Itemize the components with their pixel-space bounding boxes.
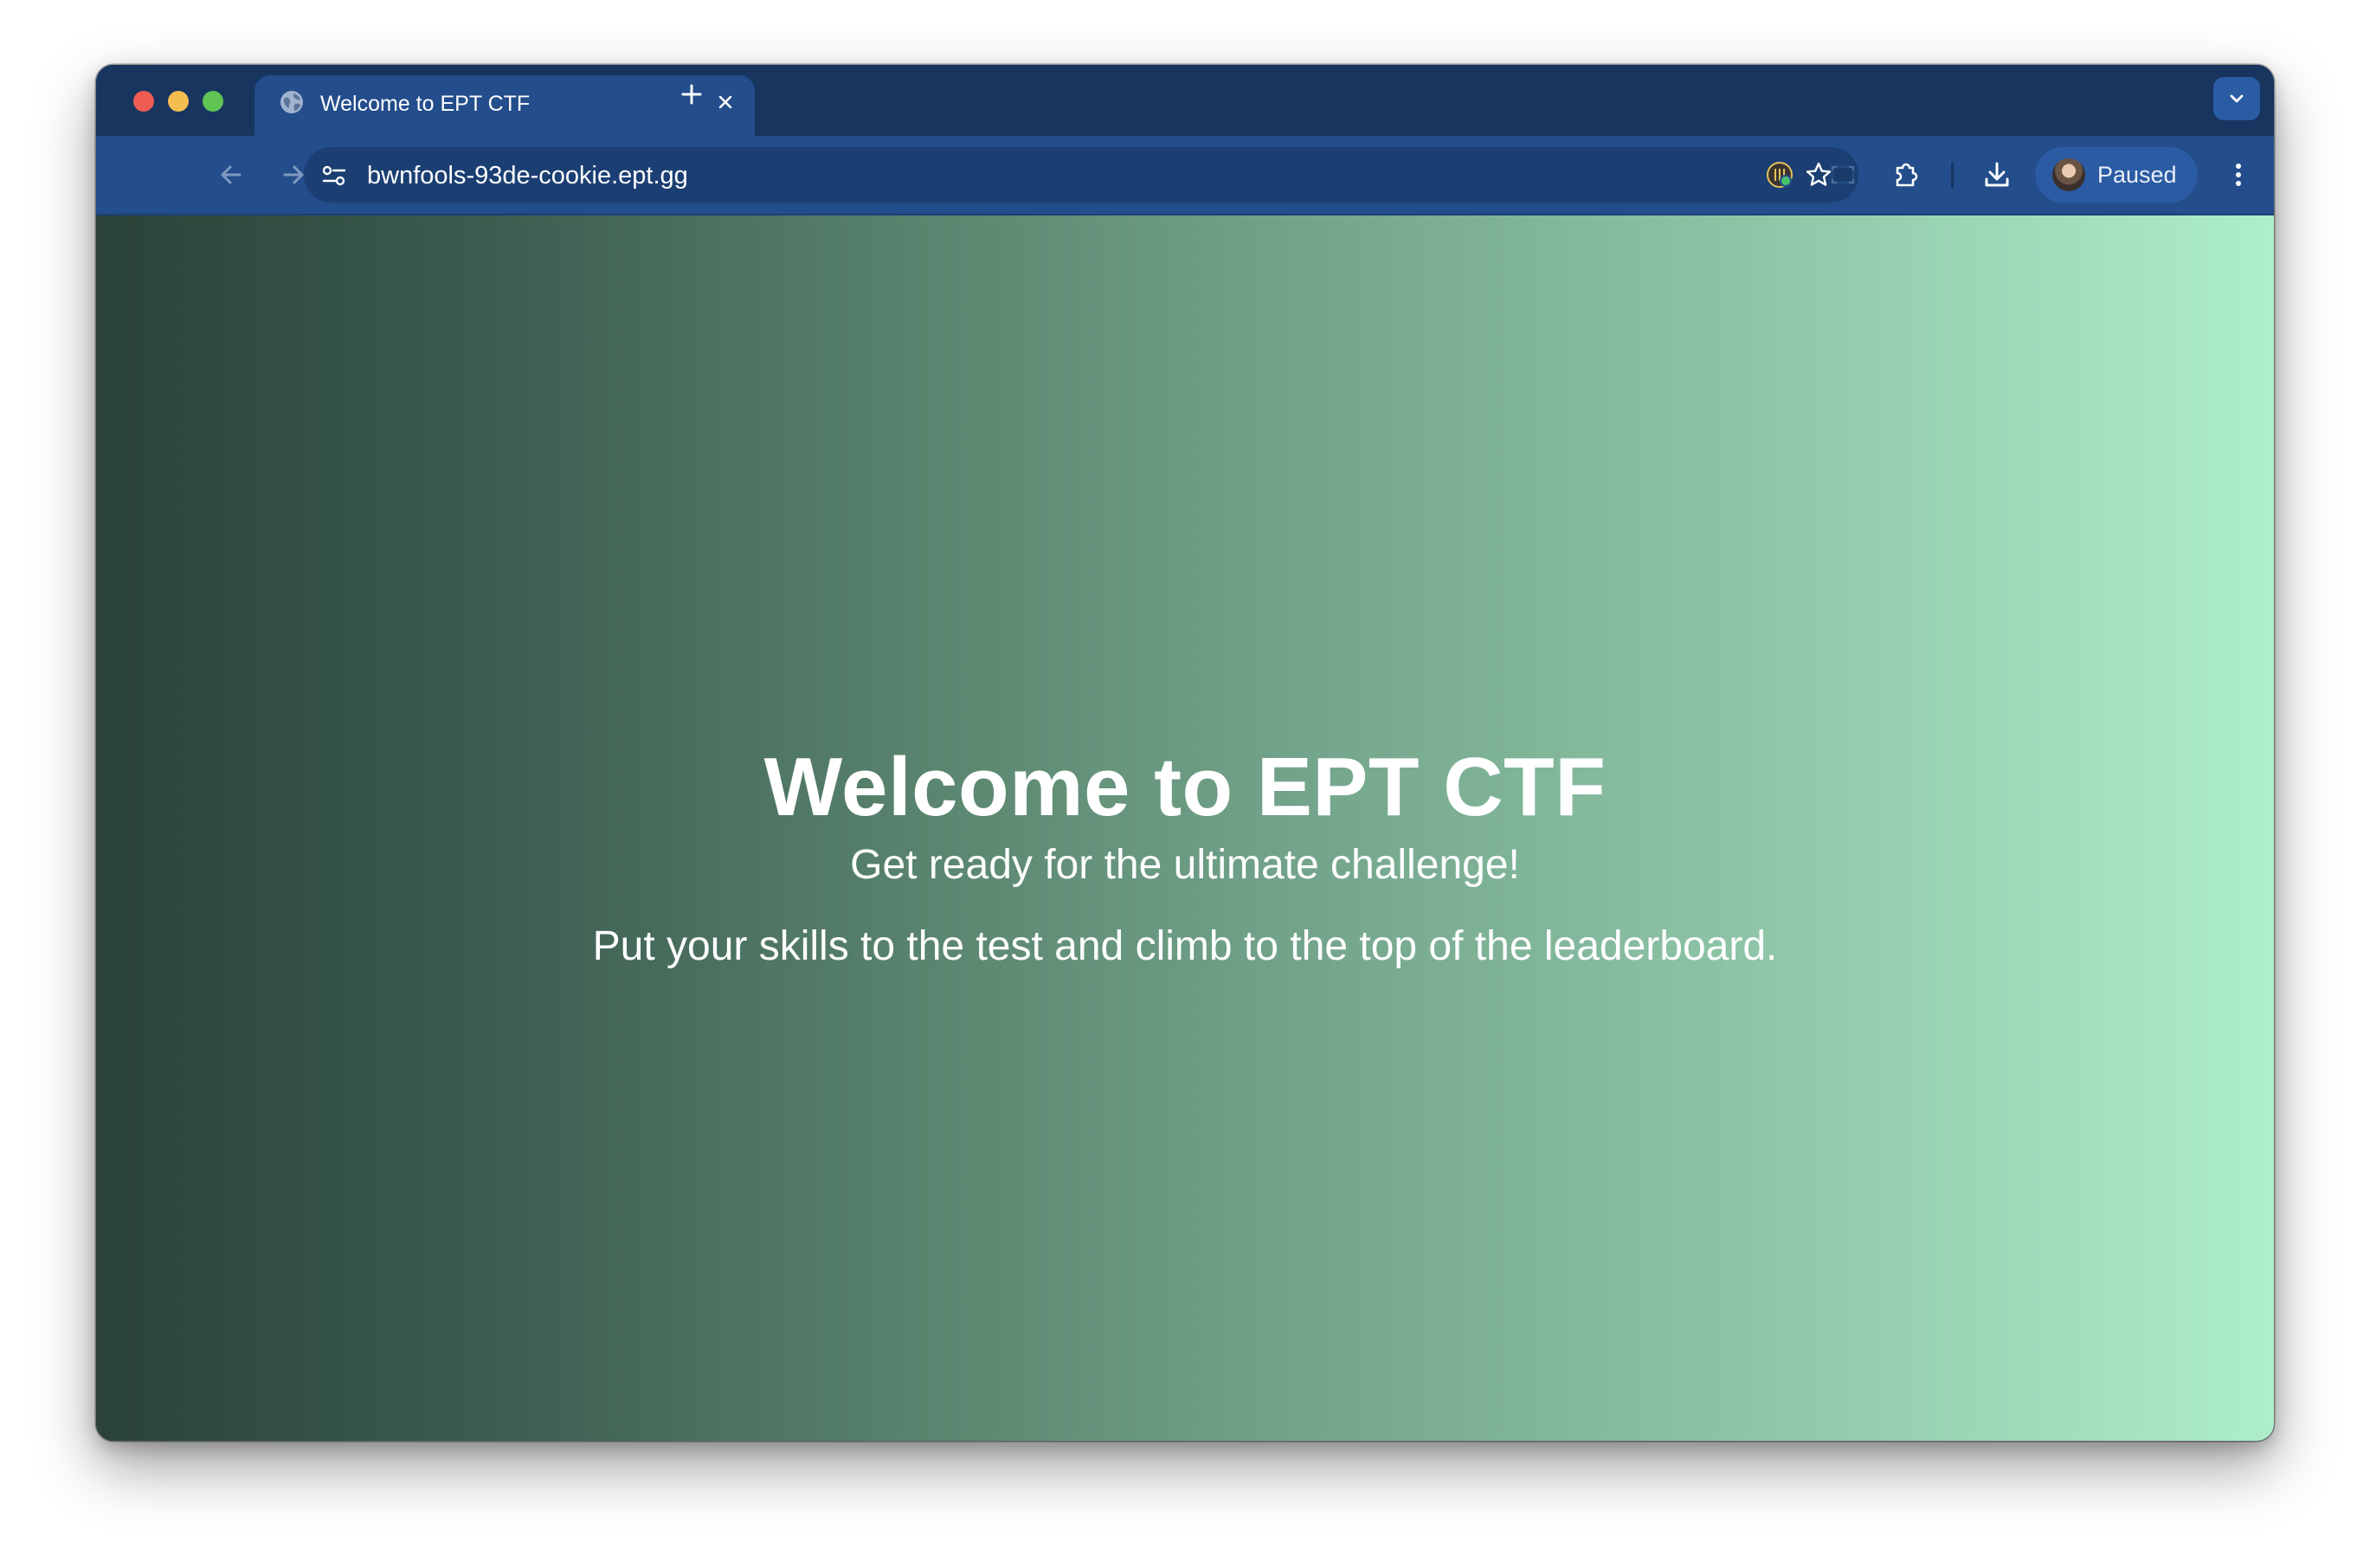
globe-icon xyxy=(279,89,305,115)
address-bar[interactable]: bwnfools-93de-cookie.ept.gg xyxy=(304,147,1858,202)
profile-button[interactable]: Paused xyxy=(2035,147,2198,202)
minimize-window-button[interactable] xyxy=(168,91,189,112)
browser-window: Welcome to EPT CTF bwnfools-93de-cookie.… xyxy=(96,65,2274,1441)
tab-strip: Welcome to EPT CTF xyxy=(96,65,2274,138)
screen-capture-icon[interactable] xyxy=(1825,157,1861,193)
extension-badge-icon[interactable] xyxy=(1761,157,1798,193)
toolbar: bwnfools-93de-cookie.ept.gg Paused xyxy=(96,136,2274,215)
download-icon[interactable] xyxy=(1979,157,2015,193)
tab-search-button[interactable] xyxy=(2213,77,2260,120)
puzzle-icon[interactable] xyxy=(1888,157,1924,193)
page-description: Put your skills to the test and climb to… xyxy=(592,923,1778,969)
close-icon[interactable] xyxy=(712,88,739,116)
avatar xyxy=(2052,158,2085,191)
page-title: Welcome to EPT CTF xyxy=(763,741,1607,833)
maximize-window-button[interactable] xyxy=(203,91,223,112)
chevron-down-icon xyxy=(2230,94,2244,103)
toolbar-divider xyxy=(1951,163,1954,189)
page-content: Welcome to EPT CTF Get ready for the ult… xyxy=(96,215,2274,1441)
page-subtitle: Get ready for the ultimate challenge! xyxy=(850,842,1520,888)
site-settings-icon[interactable] xyxy=(319,161,349,190)
profile-status: Paused xyxy=(2097,162,2177,188)
hero-section: Welcome to EPT CTF Get ready for the ult… xyxy=(96,740,2274,974)
plus-icon[interactable] xyxy=(676,79,707,110)
tab-title: Welcome to EPT CTF xyxy=(320,92,531,116)
kebab-menu-icon[interactable] xyxy=(2220,157,2257,193)
url-text[interactable]: bwnfools-93de-cookie.ept.gg xyxy=(367,161,688,190)
back-arrow-icon[interactable] xyxy=(214,157,248,192)
close-window-button[interactable] xyxy=(133,91,154,112)
